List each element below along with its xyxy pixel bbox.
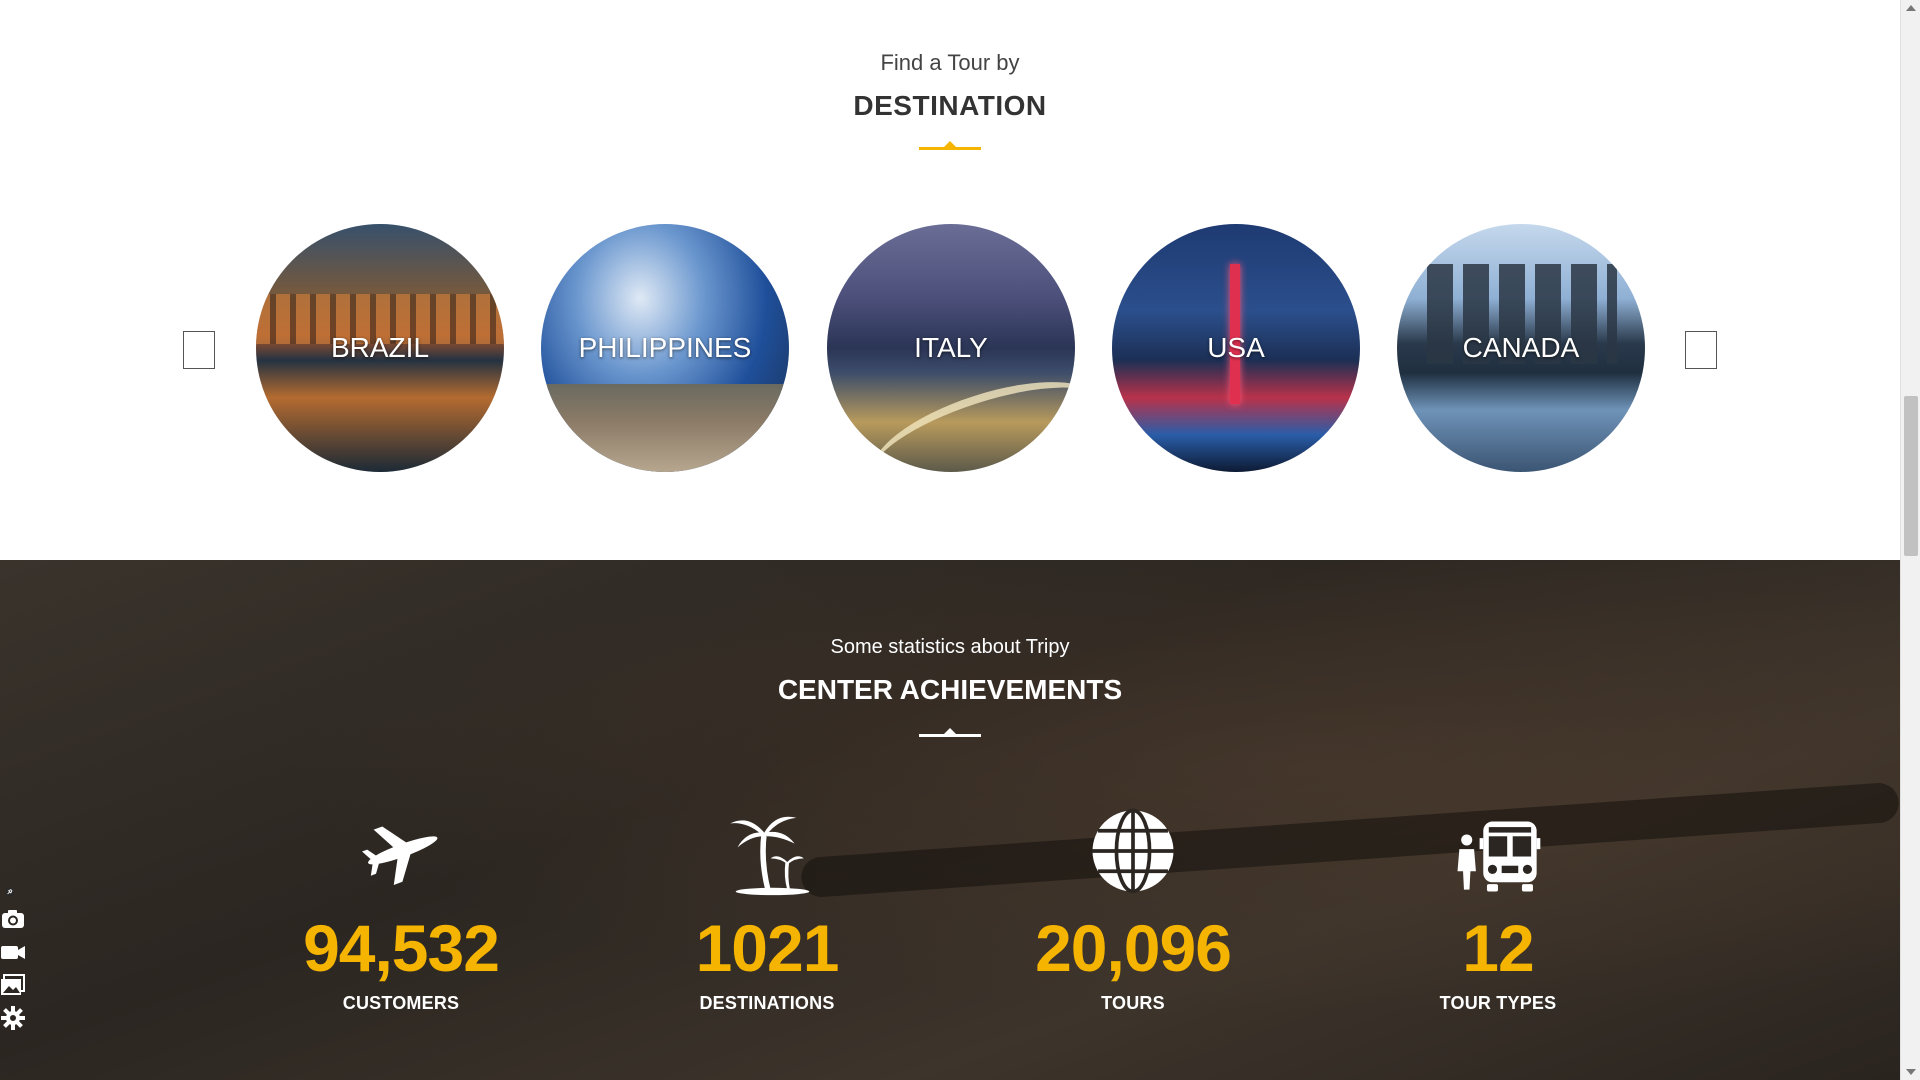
stat-caption: TOUR TYPES bbox=[1439, 993, 1557, 1013]
stat-tours: 20,096 TOURS bbox=[1003, 805, 1263, 1014]
palm-tree-icon bbox=[730, 816, 810, 896]
carousel-prev-button[interactable] bbox=[183, 331, 215, 369]
stat-caption: CUSTOMERS bbox=[342, 993, 460, 1013]
destination-label: USA bbox=[1207, 332, 1265, 363]
destination-card-brazil[interactable]: BRAZIL bbox=[256, 224, 504, 472]
vertical-scrollbar[interactable] bbox=[1900, 0, 1920, 1080]
stat-value: 20,096 bbox=[1035, 911, 1232, 985]
tour-bus-icon bbox=[1457, 821, 1541, 892]
destination-card-italy[interactable]: ITALY bbox=[827, 224, 1075, 472]
achievements-section: Some statistics about Tripy CENTER ACHIE… bbox=[0, 560, 1900, 1080]
stat-caption: DESTINATIONS bbox=[699, 993, 835, 1013]
destination-label: ITALY bbox=[914, 332, 988, 363]
camera-icon[interactable] bbox=[0, 906, 26, 932]
scroll-up-arrow-icon[interactable] bbox=[1906, 5, 1916, 11]
destination-label: PHILIPPINES bbox=[578, 332, 752, 363]
achievements-divider bbox=[919, 728, 981, 737]
stat-tour-types: 12 TOUR TYPES bbox=[1368, 805, 1628, 1014]
tool-dock bbox=[0, 888, 28, 1038]
stat-customers: 94,532 CUSTOMERS bbox=[271, 805, 531, 1014]
gallery-icon[interactable] bbox=[0, 972, 26, 998]
achievements-heading: CENTER ACHIEVEMENTS bbox=[777, 674, 1123, 705]
destination-label: CANADA bbox=[1462, 332, 1580, 363]
gear-icon[interactable] bbox=[0, 1005, 26, 1031]
destination-section: Find a Tour by DESTINATION BRAZIL PHILIP… bbox=[0, 0, 1900, 560]
destination-kicker: Find a Tour by bbox=[880, 50, 1020, 75]
destination-label: BRAZIL bbox=[330, 332, 430, 363]
destination-card-usa[interactable]: USA bbox=[1112, 224, 1360, 472]
stat-caption: TOURS bbox=[1101, 993, 1165, 1013]
achievements-kicker: Some statistics about Tripy bbox=[830, 636, 1070, 658]
destination-card-philippines[interactable]: PHILIPPINES bbox=[541, 224, 789, 472]
page: Find a Tour by DESTINATION BRAZIL PHILIP… bbox=[0, 0, 1900, 1080]
globe-icon bbox=[1092, 808, 1174, 894]
airplane-icon bbox=[362, 826, 438, 885]
stat-value: 12 bbox=[1462, 911, 1534, 985]
destination-divider bbox=[919, 141, 981, 150]
destination-heading: DESTINATION bbox=[853, 90, 1047, 121]
video-icon[interactable] bbox=[0, 939, 26, 965]
carousel-next-button[interactable] bbox=[1685, 331, 1717, 369]
scrollbar-thumb[interactable] bbox=[1904, 396, 1918, 556]
destination-card-canada[interactable]: CANADA bbox=[1397, 224, 1645, 472]
scroll-down-arrow-icon[interactable] bbox=[1906, 1069, 1916, 1075]
stat-value: 1021 bbox=[695, 911, 840, 985]
stat-destinations: 1021 DESTINATIONS bbox=[637, 805, 897, 1014]
stat-value: 94,532 bbox=[303, 911, 500, 985]
pin-icon[interactable] bbox=[0, 888, 26, 902]
